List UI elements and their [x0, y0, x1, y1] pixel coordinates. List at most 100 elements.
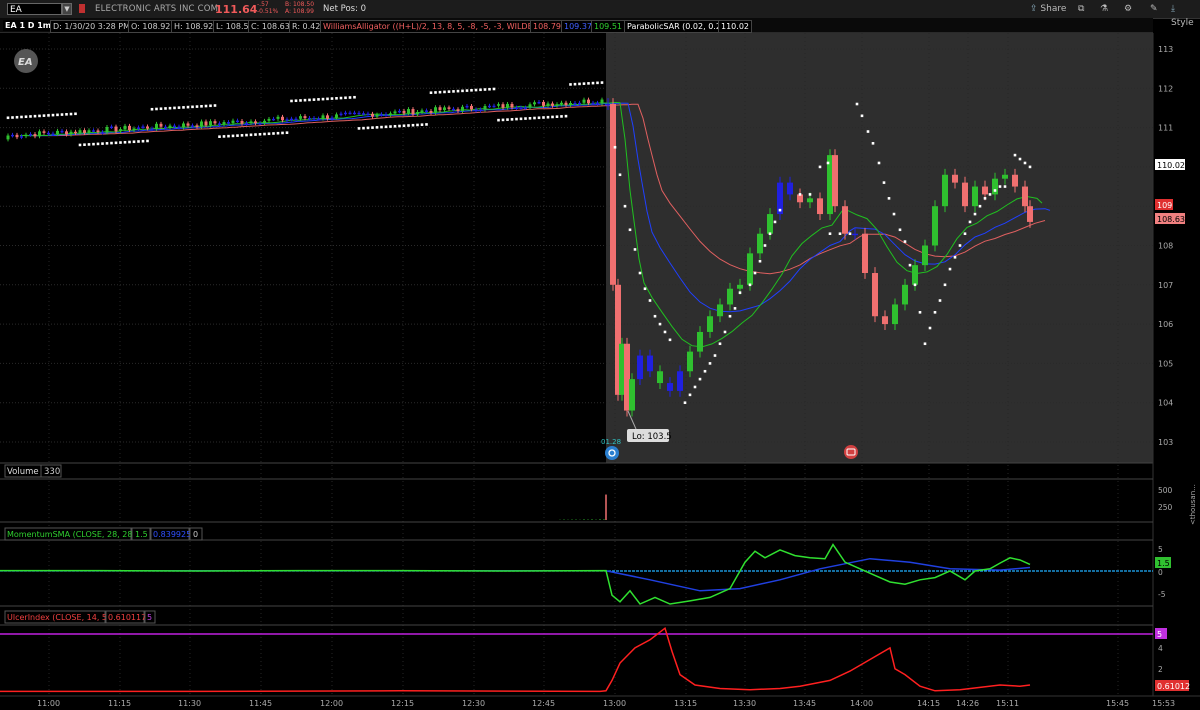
candle-body — [393, 111, 397, 114]
psar-dot — [407, 124, 410, 127]
psar-dot — [470, 89, 473, 92]
psar-axis-label: 110.02 — [1157, 161, 1185, 170]
psar-dot — [623, 204, 627, 208]
candle-body — [707, 316, 713, 332]
psar-dot — [231, 134, 235, 138]
psar-dot — [15, 115, 19, 119]
candle-body — [33, 134, 37, 137]
candle-body — [982, 186, 988, 195]
chart-area[interactable]: 113112111110109108107106105104103 110.02… — [0, 0, 1200, 710]
candle-body — [443, 107, 446, 111]
psar-dot — [443, 90, 446, 94]
candle-body — [461, 106, 464, 112]
candle-body — [398, 110, 401, 113]
psar-dot — [600, 81, 604, 84]
candle-body — [657, 371, 663, 384]
psar-dot — [375, 126, 379, 129]
psar-dot — [551, 115, 554, 119]
candle-body — [209, 121, 212, 126]
psar-dot — [763, 244, 767, 247]
psar-dot — [578, 82, 581, 86]
candle-body — [362, 113, 365, 115]
candle-body — [56, 130, 59, 135]
volume-value: 330 — [44, 467, 60, 477]
candle-body — [817, 198, 823, 215]
candle-body — [65, 131, 68, 135]
candle-body — [569, 102, 572, 105]
price-tick-label: 111 — [1158, 124, 1173, 133]
conference-call-icon[interactable] — [844, 445, 858, 459]
candle-body — [29, 134, 32, 136]
ulcer-value: 0.610117 — [108, 613, 146, 622]
psar-dot — [159, 107, 163, 111]
ulcer-level-value: 5 — [147, 613, 152, 622]
candle-body — [542, 101, 545, 106]
psar-dot — [434, 91, 437, 94]
psar-dot — [195, 105, 199, 108]
psar-dot — [1013, 153, 1017, 157]
candle-body — [582, 99, 586, 103]
time-tick-label: 13:45 — [793, 699, 816, 708]
price-tick-label: 105 — [1158, 359, 1173, 368]
time-tick-label: 12:30 — [462, 699, 485, 708]
psar-dot — [218, 135, 221, 138]
psar-dot — [506, 118, 509, 121]
candle-body — [677, 371, 683, 391]
psar-dot — [882, 181, 886, 184]
psar-dot — [110, 141, 113, 145]
candle-body — [447, 107, 451, 109]
candle-body — [807, 198, 813, 203]
candle-body — [6, 135, 10, 140]
candle-body — [146, 126, 149, 129]
candle-body — [407, 109, 410, 114]
psar-dot — [465, 89, 469, 92]
psar-dot — [663, 330, 667, 334]
psar-dot — [628, 228, 632, 232]
candle-body — [533, 102, 536, 105]
psar-dot — [294, 99, 298, 103]
candle-body — [667, 383, 673, 391]
time-tick-label: 11:15 — [108, 699, 131, 708]
candle-body — [141, 126, 145, 128]
psar-dot — [20, 115, 23, 119]
psar-dot — [236, 134, 239, 137]
candle-body — [218, 123, 221, 125]
psar-dot — [653, 314, 657, 318]
psar-dot — [1018, 157, 1022, 161]
psar-dot — [978, 204, 982, 208]
candle-body — [200, 121, 203, 127]
time-tick-label: 14:00 — [850, 699, 873, 708]
psar-dot — [65, 113, 68, 116]
candle-body — [429, 111, 433, 113]
candle-body — [69, 131, 73, 135]
psar-dot — [479, 88, 482, 92]
psar-dot — [74, 112, 77, 116]
psar-dot — [723, 330, 727, 334]
candle-body — [299, 116, 302, 119]
psar-dot — [948, 267, 952, 271]
psar-dot — [693, 385, 697, 389]
psar-dot — [461, 89, 464, 93]
candle-body — [110, 126, 113, 129]
psar-dot — [887, 197, 891, 200]
psar-dot — [132, 140, 136, 144]
psar-dot — [838, 232, 842, 236]
candle-body — [168, 125, 172, 128]
candle-body — [560, 102, 563, 105]
candle-body — [204, 121, 208, 126]
momentum-title: MomentumSMA (CLOSE, 28, 28) — [7, 530, 136, 539]
psar-dot — [596, 81, 599, 85]
candle-body — [492, 105, 496, 108]
psar-dot — [92, 142, 95, 146]
price-tick-label: 107 — [1158, 281, 1173, 290]
psar-dot — [60, 113, 64, 116]
candle-body — [92, 130, 95, 132]
time-tick-label: 12:00 — [320, 699, 343, 708]
candle-body — [263, 120, 266, 124]
volume-units-label: <thousan... — [1189, 484, 1197, 525]
psar-dot — [738, 291, 742, 294]
momentum-value: 1.5 — [135, 530, 148, 539]
earnings-event-icon[interactable] — [605, 446, 619, 460]
psar-dot — [528, 116, 532, 120]
candle-body — [537, 101, 541, 104]
